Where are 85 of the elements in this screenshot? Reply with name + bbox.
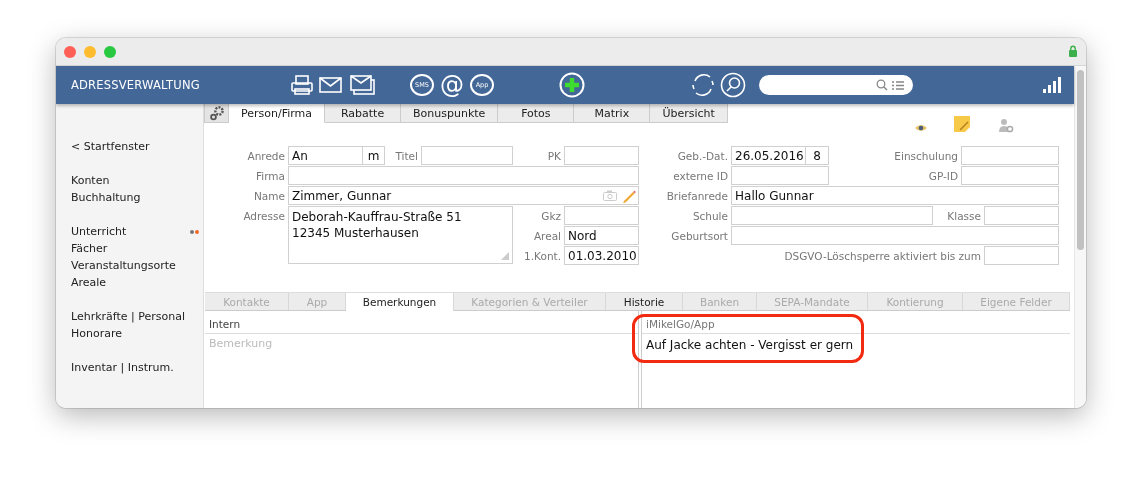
input-field[interactable]: 01.03.2010 bbox=[564, 246, 639, 265]
tab[interactable]: Matrix bbox=[574, 104, 651, 123]
search-field[interactable] bbox=[759, 75, 913, 95]
field-label: DSGVO-Löschsperre aktiviert bis zum bbox=[783, 250, 982, 262]
input-field[interactable]: An bbox=[288, 146, 363, 165]
pencil-icon[interactable] bbox=[622, 188, 636, 203]
sidebar-item[interactable]: Konten bbox=[71, 174, 110, 187]
field-label: Areal bbox=[532, 230, 562, 242]
field-label: Gkz bbox=[540, 210, 562, 222]
input-field[interactable] bbox=[984, 206, 1059, 225]
field-label: Geburtsort bbox=[670, 230, 729, 242]
tab[interactable]: Bemerkungen bbox=[346, 293, 454, 311]
input-field[interactable] bbox=[731, 206, 933, 225]
scrollbar[interactable] bbox=[1074, 66, 1086, 408]
field-label: PK bbox=[546, 150, 562, 162]
field-label: Schule bbox=[691, 210, 729, 222]
tab[interactable]: Rabatte bbox=[325, 104, 402, 123]
search-icon[interactable] bbox=[720, 72, 746, 98]
pane-title: Intern bbox=[205, 311, 638, 334]
input-field[interactable] bbox=[564, 146, 639, 165]
app-title: ADRESSVERWALTUNG bbox=[70, 78, 201, 92]
list-icon[interactable] bbox=[891, 79, 905, 91]
field-label: Briefanrede bbox=[665, 190, 729, 202]
sidebar-item[interactable]: Fächer bbox=[71, 242, 108, 255]
field-value: Zimmer, Gunnar bbox=[292, 188, 392, 203]
input-field[interactable] bbox=[961, 166, 1059, 185]
sidebar-item[interactable]: Buchhaltung bbox=[71, 191, 141, 204]
field-label: Name bbox=[253, 190, 286, 202]
input-field[interactable]: m bbox=[363, 146, 385, 165]
name-field[interactable]: Zimmer, Gunnar bbox=[288, 186, 639, 205]
input-field[interactable] bbox=[984, 246, 1059, 265]
field-label: GP-ID bbox=[927, 170, 959, 182]
sidebar-item[interactable]: Honorare bbox=[71, 327, 122, 340]
email-button[interactable]: @ bbox=[439, 72, 465, 98]
input-field[interactable] bbox=[564, 206, 639, 225]
field-label: Anrede bbox=[246, 150, 286, 162]
close-button[interactable] bbox=[64, 45, 76, 58]
sidebar-item[interactable]: Unterricht bbox=[71, 225, 127, 238]
refresh-icon[interactable] bbox=[690, 72, 716, 98]
signal-icon bbox=[1042, 76, 1062, 94]
sticky-note-icon[interactable] bbox=[953, 115, 971, 133]
field-label: Titel bbox=[394, 150, 419, 162]
input-field[interactable]: 26.05.2016 bbox=[731, 146, 806, 165]
gears-icon bbox=[208, 105, 225, 121]
field-label: 1.Kont. bbox=[523, 250, 562, 262]
tab[interactable]: Fotos bbox=[498, 104, 575, 123]
address-text: Deborah-Kauffrau-Straße 51 12345 Musterhausen bbox=[292, 209, 462, 241]
field-label: Firma bbox=[255, 170, 286, 182]
resize-icon bbox=[501, 252, 509, 260]
input-field[interactable]: Nord bbox=[564, 226, 639, 245]
address-field[interactable]: Deborah-Kauffrau-Straße 51 12345 Musterhausen bbox=[288, 206, 513, 264]
settings-button[interactable] bbox=[204, 104, 229, 123]
field-label: Adresse bbox=[242, 210, 286, 222]
field-label: externe ID bbox=[672, 170, 729, 182]
input-field[interactable]: Hallo Gunnar bbox=[731, 186, 1059, 205]
search-icon bbox=[876, 79, 888, 91]
input-field[interactable] bbox=[961, 146, 1059, 165]
person-settings-icon[interactable] bbox=[998, 117, 1014, 133]
field-label: Einschulung bbox=[893, 150, 959, 162]
minimize-button[interactable] bbox=[84, 45, 96, 58]
input-field[interactable] bbox=[731, 166, 829, 185]
sidebar-item[interactable]: Lehrkräfte | Personal bbox=[71, 310, 186, 323]
mail-stack-icon[interactable] bbox=[350, 75, 375, 95]
input-field[interactable]: 8 bbox=[806, 146, 829, 165]
field-label: Geb.-Dat. bbox=[676, 150, 729, 162]
sidebar-item[interactable]: < Startfenster bbox=[71, 140, 150, 153]
pane-title: iMikelGo/App bbox=[642, 311, 1070, 334]
printer-icon[interactable] bbox=[290, 74, 314, 96]
tab[interactable]: Historie bbox=[606, 293, 683, 310]
sidebar-item[interactable]: Veranstaltungsorte bbox=[71, 259, 176, 272]
camera-icon[interactable] bbox=[603, 190, 617, 201]
sidebar-item[interactable]: Areale bbox=[71, 276, 107, 289]
remark-field[interactable]: Auf Jacke achten - Vergisst er gern bbox=[642, 334, 1070, 408]
eye-icon[interactable] bbox=[914, 123, 928, 133]
sidebar-item[interactable]: Inventar | Instrum. bbox=[71, 361, 174, 374]
field-label: Klasse bbox=[946, 210, 982, 222]
tab[interactable]: Übersicht bbox=[650, 104, 728, 123]
input-field[interactable] bbox=[288, 166, 639, 185]
input-field[interactable] bbox=[731, 226, 1059, 245]
mail-icon[interactable] bbox=[319, 76, 342, 94]
lock-icon bbox=[1068, 45, 1078, 58]
add-icon[interactable] bbox=[559, 72, 585, 98]
tab[interactable]: Bonuspunkte bbox=[401, 104, 499, 123]
input-field[interactable] bbox=[421, 146, 513, 165]
zoom-button[interactable] bbox=[104, 45, 116, 58]
